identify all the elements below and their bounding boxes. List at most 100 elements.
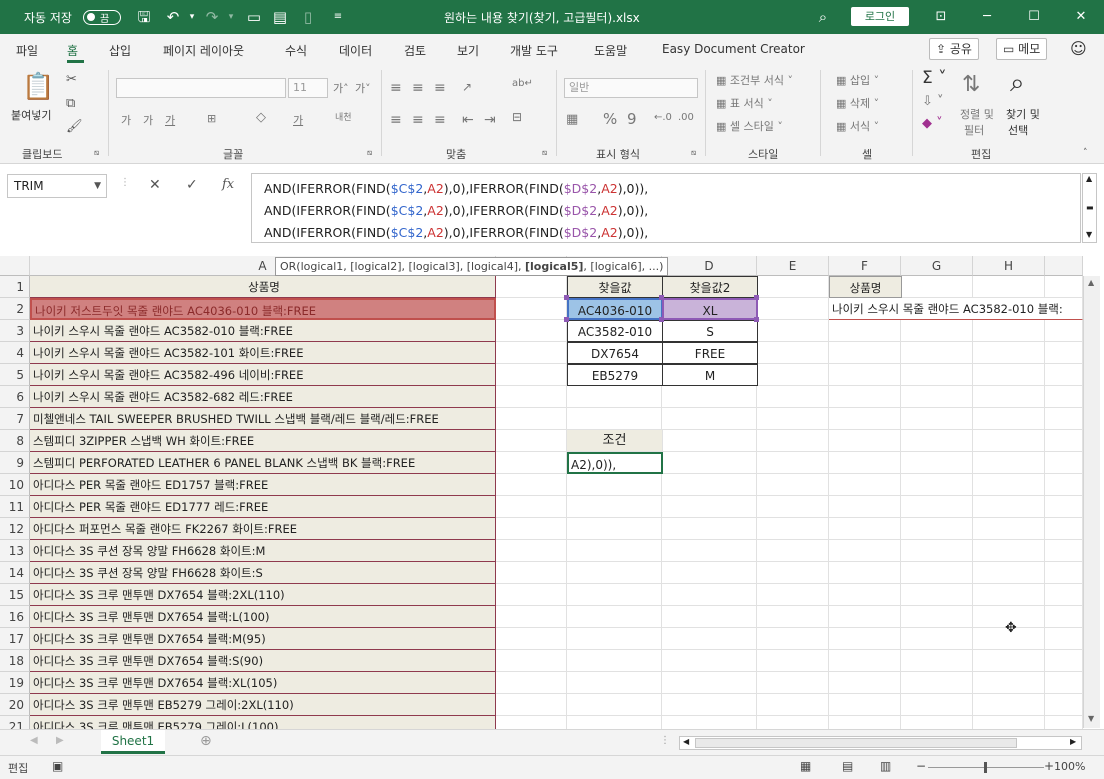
table-cell[interactable] xyxy=(973,562,1045,584)
table-cell[interactable] xyxy=(901,672,973,694)
table-cell[interactable] xyxy=(829,650,901,672)
orientation-icon[interactable]: ↗ xyxy=(462,80,472,94)
table-cell[interactable] xyxy=(496,430,567,452)
sort-filter-label-2[interactable]: 필터 xyxy=(964,122,984,138)
table-cell[interactable] xyxy=(567,408,662,430)
table-cell-product[interactable]: 스템피디 3ZIPPER 스냅백 WH 화이트:FREE xyxy=(30,430,496,452)
fill-color-icon[interactable]: ◇ xyxy=(256,110,266,125)
table-cell-product[interactable]: 나이키 저스트두잇 목줄 랜야드 AC4036-010 블랙:FREE xyxy=(30,298,496,320)
align-left-icon[interactable]: ≡ xyxy=(390,112,402,128)
table-cell[interactable] xyxy=(1045,694,1083,716)
align-right-icon[interactable]: ≡ xyxy=(434,112,446,128)
table-cell[interactable] xyxy=(829,364,901,386)
table-cell[interactable] xyxy=(901,606,973,628)
table-cell[interactable] xyxy=(496,584,567,606)
table-cell[interactable] xyxy=(757,562,829,584)
find-select-label[interactable]: 찾기 및 xyxy=(1006,106,1040,122)
row-header[interactable]: 8 xyxy=(0,430,30,452)
range-handle[interactable] xyxy=(754,295,759,300)
comma-icon[interactable]: 9 xyxy=(627,110,637,128)
decrease-font-icon[interactable]: 가˅ xyxy=(355,80,371,96)
table-cell[interactable] xyxy=(1045,342,1083,364)
row-header[interactable]: 4 xyxy=(0,342,30,364)
row-header[interactable]: 18 xyxy=(0,650,30,672)
row-header[interactable]: 11 xyxy=(0,496,30,518)
table-cell-product[interactable]: 아디다스 PER 목줄 랜야드 ED1777 레드:FREE xyxy=(30,496,496,518)
table-cell[interactable] xyxy=(973,672,1045,694)
table-cell[interactable] xyxy=(496,386,567,408)
range-handle[interactable] xyxy=(754,317,759,322)
table-cell[interactable] xyxy=(757,298,829,320)
table-cell[interactable] xyxy=(1045,430,1083,452)
table-cell-product[interactable]: 아디다스 퍼포먼스 목줄 랜야드 FK2267 화이트:FREE xyxy=(30,518,496,540)
table-cell[interactable] xyxy=(496,606,567,628)
range-handle[interactable] xyxy=(659,317,664,322)
table-cell[interactable] xyxy=(829,540,901,562)
table-cell[interactable] xyxy=(901,342,973,364)
table-cell[interactable] xyxy=(496,562,567,584)
redo-dropdown-icon[interactable]: ▾ xyxy=(221,7,241,27)
wrap-text-icon[interactable]: ab↵ xyxy=(512,78,533,89)
table-cell[interactable] xyxy=(757,452,829,474)
table-cell[interactable] xyxy=(829,562,901,584)
lookup-header-d[interactable]: 찾을값2 xyxy=(662,276,758,298)
row-header[interactable]: 10 xyxy=(0,474,30,496)
insert-cells-button[interactable]: ▦ 삽입 ˅ xyxy=(836,72,879,88)
table-cell-product[interactable]: 아디다스 3S 크루 맨투맨 DX7654 블랙:2XL(110) xyxy=(30,584,496,606)
table-cell[interactable] xyxy=(1045,562,1083,584)
table-cell[interactable] xyxy=(567,650,662,672)
tab-home[interactable]: 홈 xyxy=(67,42,78,59)
redo-icon[interactable]: ↷ xyxy=(202,7,222,27)
table-cell[interactable] xyxy=(829,584,901,606)
lookup-header-c[interactable]: 찾을값 xyxy=(567,276,663,298)
clear-icon[interactable]: ◆ ˅ xyxy=(922,116,943,131)
table-cell[interactable] xyxy=(662,496,757,518)
column-header-g[interactable]: G xyxy=(901,256,973,276)
table-cell[interactable] xyxy=(829,672,901,694)
new-file-icon[interactable]: ▯ xyxy=(298,7,318,27)
insert-function-icon[interactable]: fx xyxy=(222,177,234,192)
row-header[interactable]: 12 xyxy=(0,518,30,540)
table-cell[interactable] xyxy=(662,650,757,672)
table-cell[interactable] xyxy=(757,672,829,694)
lookup-value-c[interactable]: DX7654 xyxy=(567,342,663,364)
prev-sheet-icon[interactable]: ◀ xyxy=(30,735,38,746)
table-cell[interactable] xyxy=(901,628,973,650)
lookup-value-c[interactable]: EB5279 xyxy=(567,364,663,386)
table-cell[interactable] xyxy=(567,584,662,606)
layout-icon[interactable]: ▤ xyxy=(270,7,290,27)
table-cell[interactable] xyxy=(1045,452,1083,474)
table-cell-product[interactable]: 나이키 스우시 목줄 랜야드 AC3582-101 화이트:FREE xyxy=(30,342,496,364)
table-cell[interactable] xyxy=(757,518,829,540)
table-cell[interactable] xyxy=(1045,408,1083,430)
table-cell[interactable] xyxy=(757,628,829,650)
table-cell[interactable] xyxy=(1045,276,1083,298)
form-icon[interactable]: ▭ xyxy=(244,7,264,27)
scroll-left-icon[interactable]: ◀ xyxy=(683,737,689,746)
scroll-thumb[interactable]: ▬ xyxy=(1086,203,1094,212)
table-cell[interactable] xyxy=(901,474,973,496)
paste-icon[interactable]: 📋 xyxy=(22,72,54,102)
page-layout-view-icon[interactable]: ▤ xyxy=(842,759,853,773)
table-cell-product[interactable]: 아디다스 PER 목줄 랜야드 ED1757 블랙:FREE xyxy=(30,474,496,496)
table-cell-product[interactable]: 미첼앤네스 TAIL SWEEPER BRUSHED TWILL 스냅백 블랙/… xyxy=(30,408,496,430)
phonetic-icon[interactable]: 내천 xyxy=(335,110,352,123)
table-cell[interactable] xyxy=(496,364,567,386)
row-header[interactable]: 14 xyxy=(0,562,30,584)
customize-qat-icon[interactable]: ≡ xyxy=(328,7,348,27)
table-cell-product[interactable]: 아디다스 3S 쿠션 장목 양말 FH6628 화이트:S xyxy=(30,562,496,584)
table-cell[interactable] xyxy=(901,540,973,562)
zoom-slider-thumb[interactable] xyxy=(984,762,987,773)
table-cell[interactable] xyxy=(662,628,757,650)
table-cell[interactable] xyxy=(496,342,567,364)
lookup-value-c[interactable]: AC4036-010 xyxy=(567,298,663,320)
table-cell[interactable] xyxy=(901,694,973,716)
row-header[interactable]: 3 xyxy=(0,320,30,342)
table-cell[interactable] xyxy=(567,606,662,628)
tab-data[interactable]: 데이터 xyxy=(339,42,372,59)
number-launcher-icon[interactable]: ⧅ xyxy=(691,148,696,158)
table-cell[interactable] xyxy=(757,650,829,672)
clipboard-launcher-icon[interactable]: ⧅ xyxy=(94,148,99,158)
table-cell[interactable] xyxy=(496,474,567,496)
table-cell-product[interactable]: 아디다스 3S 크루 맨투맨 DX7654 블랙:XL(105) xyxy=(30,672,496,694)
